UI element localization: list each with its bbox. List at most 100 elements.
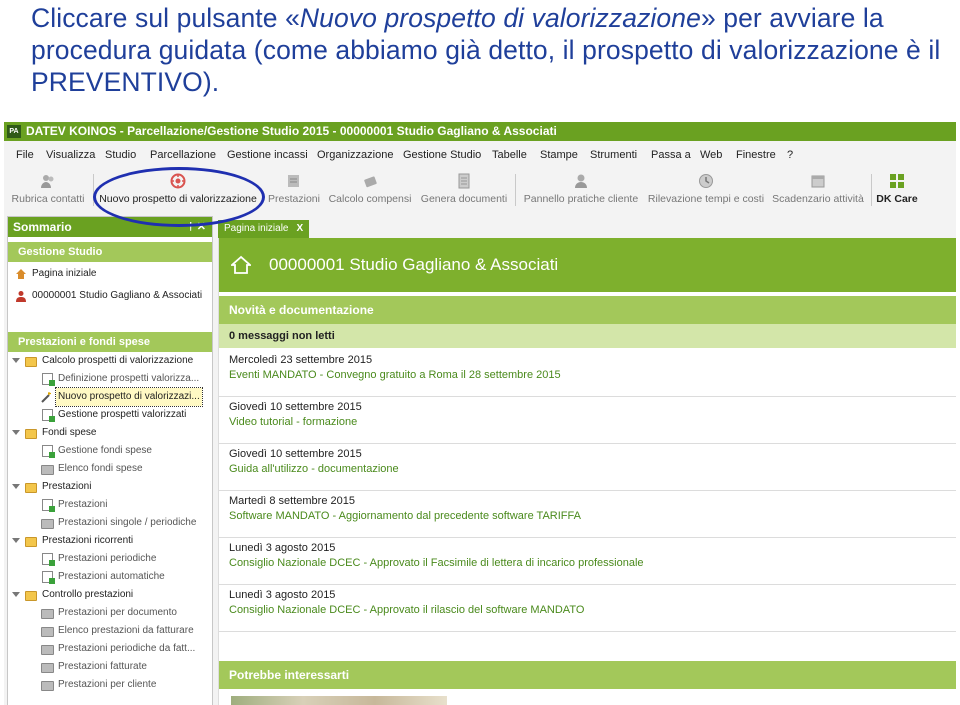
tree-item[interactable]: Definizione prospetti valorizza...	[8, 370, 212, 388]
news-link[interactable]: Consiglio Nazionale DCEC - Approvato il …	[229, 557, 644, 569]
menu-stampe[interactable]: Stampe	[540, 145, 578, 165]
toolbar-separator	[515, 174, 516, 206]
dk-care-icon	[890, 174, 904, 188]
unread-messages[interactable]: 0 messaggi non letti	[219, 324, 956, 348]
tree-item[interactable]: Prestazioni fatturate	[8, 658, 212, 676]
menu-parcellazione[interactable]: Parcellazione	[150, 145, 216, 165]
sidebar-item-pagina-iniziale[interactable]: Pagina iniziale	[8, 265, 212, 283]
news-item: Mercoledì 23 settembre 2015 Eventi MANDAT…	[219, 350, 956, 397]
home-icon	[16, 269, 26, 279]
promo-image[interactable]	[231, 696, 447, 705]
news-link[interactable]: Video tutorial - formazione	[229, 416, 357, 428]
collapse-icon	[12, 358, 20, 363]
calculate-icon	[364, 176, 377, 188]
pannello-pratiche-button[interactable]: Pannello pratiche cliente	[520, 169, 642, 211]
add-page-icon	[42, 445, 55, 458]
calcolo-compensi-button[interactable]: Calcolo compensi	[326, 169, 414, 211]
highlight-circle	[93, 167, 265, 227]
menu-gestione-incassi[interactable]: Gestione incassi	[227, 145, 308, 165]
tree-item[interactable]: Calcolo prospetti di valorizzazione	[8, 352, 212, 370]
wand-icon	[41, 392, 51, 403]
tree-item[interactable]: Prestazioni	[8, 496, 212, 514]
tree-item[interactable]: Prestazioni per cliente	[8, 676, 212, 694]
news-item: Martedì 8 settembre 2015 Software MANDATO…	[219, 491, 956, 538]
tree-item[interactable]: Prestazioni per documento	[8, 604, 212, 622]
tree-item[interactable]: Elenco prestazioni da fatturare	[8, 622, 212, 640]
menu-tabelle[interactable]: Tabelle	[492, 145, 527, 165]
window-title: DATEV KOINOS - Parcellazione/Gestione St…	[26, 124, 557, 138]
tree-item[interactable]: Gestione fondi spese	[8, 442, 212, 460]
news-link[interactable]: Guida all'utilizzo - documentazione	[229, 463, 399, 475]
contacts-icon	[41, 175, 54, 188]
news-link[interactable]: Software MANDATO - Aggiornamento dal pre…	[229, 510, 581, 522]
tab-bar: Pagina iniziale X	[216, 218, 956, 238]
tree-item[interactable]: Controllo prestazioni	[8, 586, 212, 604]
menu-finestre[interactable]: Finestre	[736, 145, 776, 165]
tree-item[interactable]: Prestazioni automatiche	[8, 568, 212, 586]
group-gestione-studio[interactable]: Gestione Studio	[8, 242, 212, 262]
title-bar: PA DATEV KOINOS - Parcellazione/Gestione…	[4, 122, 956, 141]
toolbar-separator	[871, 174, 872, 206]
tree-item-selected[interactable]: Nuovo prospetto di valorizzazi...	[8, 387, 212, 407]
rubrica-contatti-button[interactable]: Rubrica contatti	[8, 169, 88, 211]
news-item: Giovedì 10 settembre 2015 Video tutorial …	[219, 397, 956, 444]
menu-strumenti[interactable]: Strumenti	[590, 145, 637, 165]
tree-item[interactable]: Gestione prospetti valorizzati	[8, 406, 212, 424]
print-icon	[41, 681, 54, 691]
app-logo-icon: PA	[7, 125, 21, 138]
dk-care-button[interactable]: DK Care	[874, 169, 920, 211]
add-page-icon	[42, 571, 55, 584]
tree-item[interactable]: Prestazioni periodiche da fatt...	[8, 640, 212, 658]
folder-icon	[25, 591, 37, 601]
services-icon	[288, 175, 299, 187]
tree-item[interactable]: Prestazioni	[8, 478, 212, 496]
tree-item[interactable]: Elenco fondi spese	[8, 460, 212, 478]
client-panel-icon	[575, 174, 587, 188]
sidebar-item-studio[interactable]: 00000001 Studio Gagliano & Associati	[8, 287, 212, 305]
print-icon	[41, 519, 54, 529]
collapse-icon	[12, 484, 20, 489]
print-icon	[41, 627, 54, 637]
group-prestazioni-fondi[interactable]: Prestazioni e fondi spese	[8, 332, 212, 352]
menu-visualizza[interactable]: Visualizza	[46, 145, 95, 165]
menu-studio[interactable]: Studio	[105, 145, 136, 165]
add-page-icon	[42, 553, 55, 566]
menu-gestione-studio[interactable]: Gestione Studio	[403, 145, 481, 165]
news-section-header: Novità e documentazione	[219, 296, 956, 324]
close-tab-icon[interactable]: X	[297, 223, 304, 234]
add-page-icon	[42, 373, 55, 386]
caption-text: Cliccare sul pulsante «	[31, 3, 300, 33]
menu-help[interactable]: ?	[787, 145, 793, 165]
studio-banner: 00000001 Studio Gagliano & Associati	[219, 238, 956, 292]
print-icon	[41, 663, 54, 673]
user-icon	[16, 291, 26, 302]
menu-organizzazione[interactable]: Organizzazione	[317, 145, 393, 165]
tab-pagina-iniziale[interactable]: Pagina iniziale X	[218, 220, 310, 238]
menu-passa-a[interactable]: Passa a	[651, 145, 691, 165]
app-window: PA DATEV KOINOS - Parcellazione/Gestione…	[4, 122, 956, 705]
news-link[interactable]: Eventi MANDATO - Convegno gratuito a Rom…	[229, 369, 561, 381]
folder-icon	[25, 357, 37, 367]
tree-item[interactable]: Prestazioni singole / periodiche	[8, 514, 212, 532]
tree-item[interactable]: Prestazioni periodiche	[8, 550, 212, 568]
rilevazione-tempi-button[interactable]: Rilevazione tempi e costi	[646, 169, 766, 211]
studio-name: 00000001 Studio Gagliano & Associati	[269, 255, 559, 274]
tree-item[interactable]: Fondi spese	[8, 424, 212, 442]
tree-item[interactable]: Prestazioni ricorrenti	[8, 532, 212, 550]
collapse-icon	[12, 538, 20, 543]
menu-web[interactable]: Web	[700, 145, 722, 165]
news-item: Lunedì 3 agosto 2015 Consiglio Nazionale …	[219, 538, 956, 585]
collapse-icon	[12, 430, 20, 435]
interest-section-header: Potrebbe interessarti	[219, 661, 956, 689]
prestazioni-button[interactable]: Prestazioni	[266, 169, 322, 211]
genera-documenti-button[interactable]: Genera documenti	[418, 169, 510, 211]
print-icon	[41, 609, 54, 619]
news-item: Lunedì 3 agosto 2015 Consiglio Nazionale …	[219, 585, 956, 632]
news-link[interactable]: Consiglio Nazionale DCEC - Approvato il …	[229, 604, 584, 616]
calendar-icon	[811, 175, 825, 188]
menu-file[interactable]: File	[16, 145, 34, 165]
collapse-icon	[12, 592, 20, 597]
scadenzario-button[interactable]: Scadenzario attività	[770, 169, 866, 211]
add-page-icon	[42, 409, 55, 422]
home-icon	[231, 255, 251, 274]
